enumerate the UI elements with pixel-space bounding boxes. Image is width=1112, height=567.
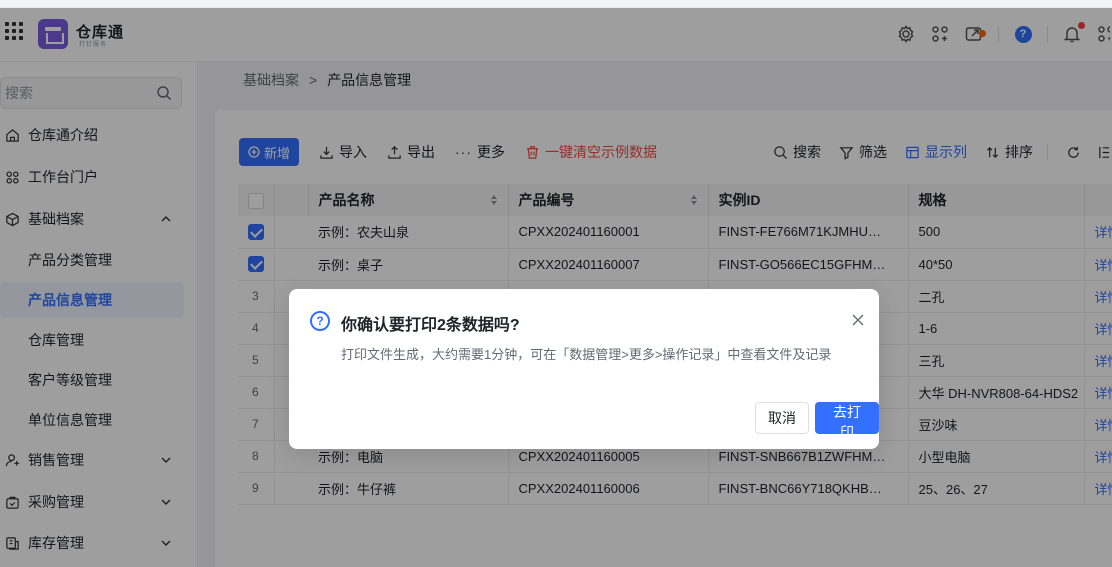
dialog-description: 打印文件生成，大约需要1分钟，可在「数据管理>更多>操作记录」中查看文件及记录 [341, 347, 832, 362]
question-icon: ? [310, 311, 330, 331]
browser-strip [0, 0, 1112, 8]
cancel-button[interactable]: 取消 [755, 402, 809, 434]
modal-overlay[interactable] [0, 8, 1112, 567]
print-button[interactable]: 去打印 [815, 402, 879, 440]
close-icon[interactable] [851, 313, 865, 327]
print-confirm-dialog: ? 你确认要打印2条数据吗? 打印文件生成，大约需要1分钟，可在「数据管理>更多… [289, 289, 879, 449]
dialog-title: 你确认要打印2条数据吗? [341, 317, 520, 334]
